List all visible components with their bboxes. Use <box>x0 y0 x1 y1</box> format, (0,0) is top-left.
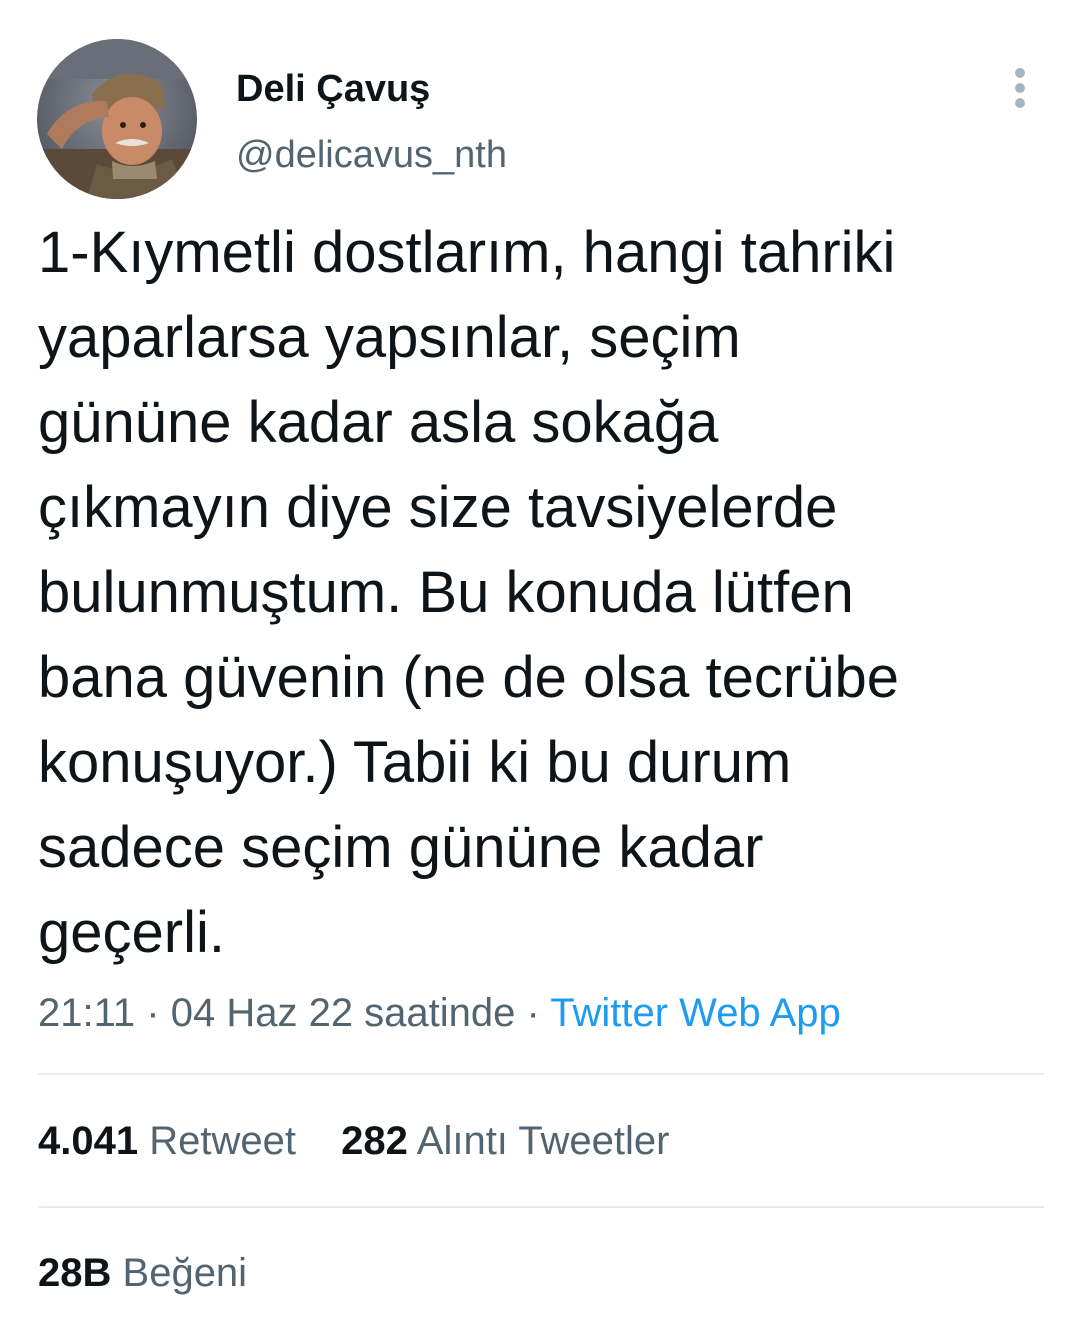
meta-separator: · <box>146 991 160 1035</box>
tweet-metadata: 21:11 · 04 Haz 22 saatinde · Twitter Web… <box>38 990 841 1036</box>
tweet-text: 1-Kıymetli dostlarım, hangi tahriki yapa… <box>38 220 899 965</box>
engagement-stats-row: 4.041 Retweet 282 Alıntı Tweetler <box>38 1118 703 1164</box>
tweet-date[interactable]: 04 Haz 22 saatinde <box>171 991 516 1035</box>
quote-tweets-stat[interactable]: 282 Alıntı Tweetler <box>341 1118 669 1164</box>
divider <box>38 1206 1044 1208</box>
likes-stats-row: 28B Beğeni <box>38 1250 281 1296</box>
retweets-label: Retweet <box>149 1119 296 1163</box>
likes-count: 28B <box>38 1251 112 1295</box>
tweet-time[interactable]: 21:11 <box>38 991 135 1035</box>
likes-label: Beğeni <box>122 1251 248 1295</box>
retweets-count: 4.041 <box>38 1119 139 1163</box>
retweets-stat[interactable]: 4.041 Retweet <box>38 1118 296 1164</box>
divider <box>38 1073 1044 1075</box>
more-vertical-icon[interactable] <box>1006 66 1034 110</box>
author-display-name[interactable]: Deli Çavuş <box>236 66 430 112</box>
avatar[interactable] <box>37 39 197 199</box>
tweet-source-link[interactable]: Twitter Web App <box>550 991 841 1035</box>
meta-separator-2: · <box>526 991 540 1035</box>
profile-photo-icon <box>37 39 197 199</box>
likes-stat[interactable]: 28B Beğeni <box>38 1250 247 1296</box>
author-handle[interactable]: @delicavus_nth <box>236 132 507 178</box>
quote-tweets-count: 282 <box>341 1119 408 1163</box>
quote-tweets-label: Alıntı Tweetler <box>416 1119 670 1163</box>
